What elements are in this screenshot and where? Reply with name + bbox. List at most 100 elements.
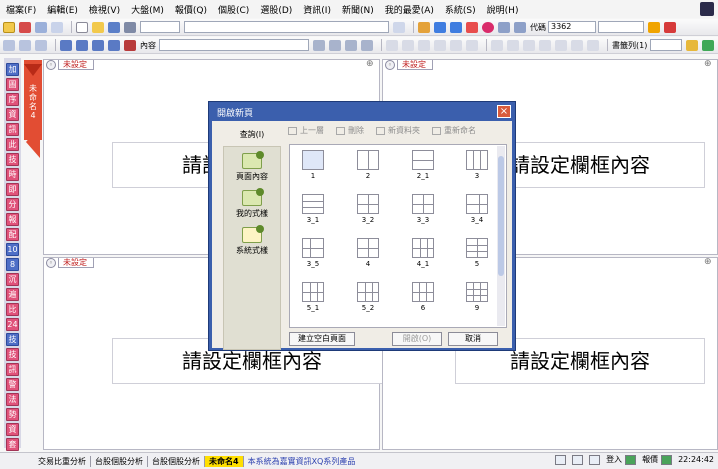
nav-system-style[interactable]: 系統式樣	[224, 225, 280, 256]
content-combo[interactable]	[159, 39, 309, 51]
lock-icon[interactable]	[589, 454, 601, 465]
menu-news[interactable]: 新聞(N)	[342, 3, 374, 16]
sidebar-btn[interactable]: 此	[6, 138, 19, 151]
window-icon[interactable]	[572, 454, 584, 465]
bookmark-icon[interactable]	[686, 39, 698, 51]
up-level-button[interactable]: 上一層	[288, 125, 324, 136]
panel-close-icon[interactable]: ◦	[385, 60, 395, 70]
sidebar-btn[interactable]: 配	[6, 228, 19, 241]
quote-status[interactable]: 報價	[642, 454, 658, 465]
menu-system[interactable]: 系統(S)	[445, 3, 476, 16]
monitor-icon[interactable]	[434, 21, 446, 33]
sidebar-btn[interactable]: 法	[6, 393, 19, 406]
sidebar-btn[interactable]: 訊	[6, 123, 19, 136]
new-page-icon[interactable]	[76, 21, 88, 33]
draw-icon[interactable]	[361, 39, 373, 51]
dropdown-icon[interactable]	[393, 21, 405, 33]
hline-icon[interactable]	[555, 39, 567, 51]
sidebar-btn[interactable]: 時	[6, 168, 19, 181]
sidebar-btn[interactable]: 訊	[6, 363, 19, 376]
panel-tab[interactable]: 未設定	[58, 258, 94, 268]
open-button[interactable]: 開啟(O)	[392, 332, 442, 346]
layout-option[interactable]: 9	[464, 282, 490, 312]
open-icon[interactable]	[3, 21, 15, 33]
sidebar-btn[interactable]: 沉	[6, 273, 19, 286]
sidebar-btn[interactable]: 報	[6, 213, 19, 226]
sidebar-btn[interactable]: 套	[6, 438, 19, 451]
layout-option[interactable]: 2_1	[410, 150, 436, 180]
sidebar-btn[interactable]: 24	[6, 318, 19, 331]
sidebar-btn[interactable]: 資	[6, 108, 19, 121]
layout-option[interactable]: 3_2	[355, 194, 381, 224]
up-icon[interactable]	[498, 21, 510, 33]
star-icon[interactable]	[418, 21, 430, 33]
circle-icon[interactable]	[450, 39, 462, 51]
close-icon[interactable]: ×	[497, 105, 511, 118]
sidebar-btn[interactable]: 技	[6, 348, 19, 361]
layout-option[interactable]: 1	[300, 150, 326, 180]
down-icon[interactable]	[514, 21, 526, 33]
nav-my-style[interactable]: 我的式樣	[224, 188, 280, 219]
sidebar-btn[interactable]: 資	[6, 423, 19, 436]
content-label[interactable]: 內容	[140, 40, 156, 51]
delete-button[interactable]: 刪除	[336, 125, 364, 136]
layout-option[interactable]: 5_1	[300, 282, 326, 312]
layout-scrollbar[interactable]	[497, 146, 505, 326]
menu-info[interactable]: 資訊(I)	[303, 3, 331, 16]
back-icon[interactable]	[35, 21, 47, 33]
query-label[interactable]: 查詢(I)	[223, 124, 281, 140]
login-status[interactable]: 登入	[606, 454, 622, 465]
sidebar-btn[interactable]: 序	[6, 93, 19, 106]
layout-option[interactable]: 4	[355, 238, 381, 268]
content-icon[interactable]	[124, 39, 136, 51]
layout-option[interactable]: 5_2	[355, 282, 381, 312]
slash-icon[interactable]	[539, 39, 551, 51]
cascade-icon[interactable]	[35, 39, 47, 51]
folder-icon[interactable]	[92, 21, 104, 33]
line-icon[interactable]	[386, 39, 398, 51]
menu-file[interactable]: 檔案(F)	[6, 3, 36, 16]
lock-icon[interactable]	[345, 39, 357, 51]
columns-icon[interactable]	[92, 39, 104, 51]
layout-option[interactable]: 4_1	[410, 238, 436, 268]
menu-select[interactable]: 選股(D)	[260, 3, 292, 16]
layout-option[interactable]: 3_3	[410, 194, 436, 224]
menu-quote[interactable]: 報價(Q)	[175, 3, 207, 16]
add-bookmark-icon[interactable]	[702, 39, 714, 51]
grid-icon[interactable]	[76, 39, 88, 51]
panel-close-icon[interactable]: ◦	[46, 60, 56, 70]
layout-option[interactable]: 3_5	[300, 238, 326, 268]
layout-option[interactable]: 3	[464, 150, 490, 180]
code-dropdown[interactable]	[598, 21, 644, 33]
rows-icon[interactable]	[108, 39, 120, 51]
sidebar-btn[interactable]: 遍	[6, 288, 19, 301]
layout-option[interactable]: 3_4	[464, 194, 490, 224]
bookmark-dropdown[interactable]	[650, 39, 682, 51]
sidebar-btn[interactable]: 技	[6, 333, 19, 346]
layout-option[interactable]: 2	[355, 150, 381, 180]
rect-icon[interactable]	[434, 39, 446, 51]
nav-page-content[interactable]: 頁面內容	[224, 151, 280, 182]
sidebar-btn[interactable]: 加	[6, 63, 19, 76]
menu-help[interactable]: 說明(H)	[487, 3, 519, 16]
window-icon[interactable]	[450, 21, 462, 33]
sidebar-btn[interactable]: 即	[6, 183, 19, 196]
layout-option[interactable]: 3_1	[300, 194, 326, 224]
page-tab-active[interactable]: 未命名4	[205, 455, 244, 467]
calculator-icon[interactable]	[555, 454, 567, 465]
tile-icon[interactable]	[19, 39, 31, 51]
sidebar-btn[interactable]: 比	[6, 303, 19, 316]
panel-zoom-icon[interactable]: ⊕	[704, 60, 714, 70]
split-icon[interactable]	[60, 39, 72, 51]
fill-icon[interactable]	[466, 39, 478, 51]
sidebar-btn[interactable]: 技	[6, 153, 19, 166]
bull-icon[interactable]	[648, 21, 660, 33]
table-icon[interactable]	[313, 39, 325, 51]
scroll-thumb[interactable]	[498, 156, 504, 276]
panel-tab[interactable]: 未設定	[397, 60, 433, 70]
page-tab[interactable]: 交易比重分析	[34, 455, 91, 467]
arrow-icon[interactable]	[418, 39, 430, 51]
menu-view[interactable]: 檢視(V)	[89, 3, 120, 16]
panel-zoom-icon[interactable]: ⊕	[366, 60, 376, 70]
shape-icon[interactable]	[571, 39, 583, 51]
